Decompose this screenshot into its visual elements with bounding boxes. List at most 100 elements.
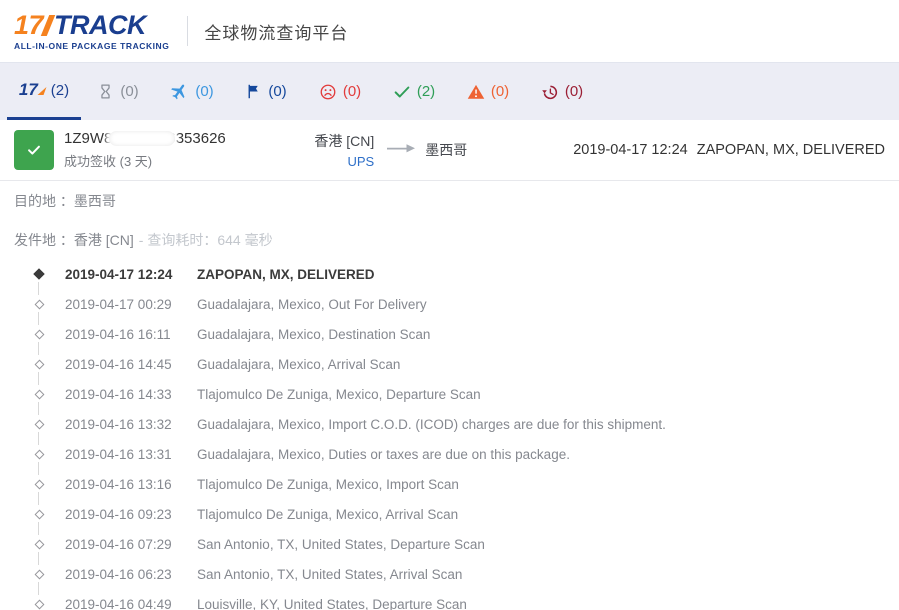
origin-row: 发件地 ： 香港 [CN] - 查询耗时：644 毫秒 [14,220,899,259]
query-time-note: - 查询耗时：644 毫秒 [138,231,273,248]
timeline-event-status: Guadalajara, Mexico, Destination Scan [197,326,431,342]
timeline-event-row: 2019-04-16 04:49 Louisville, KY, United … [0,582,899,610]
tab-delivered[interactable]: (2) [377,63,451,120]
timeline-event-row: 2019-04-16 06:23 San Antonio, TX, United… [0,552,899,589]
tab-pick-up-count: (0) [268,83,287,100]
route-origin: 香港 [CN] [314,133,375,149]
timeline-event-status: Guadalajara, Mexico, Duties or taxes are… [197,446,570,462]
timeline-diamond-icon [33,299,45,309]
timeline-event-row: 2019-04-16 14:45 Guadalajara, Mexico, Ar… [0,342,899,379]
timeline-event-time: 2019-04-16 09:23 [65,506,172,522]
timeline-event-time: 2019-04-16 14:45 [65,356,172,372]
tab-all-count: (2) [50,81,70,99]
brand-tagline: ALL-IN-ONE PACKAGE TRACKING [14,40,170,51]
timeline-event-status: Louisville, KY, United States, Departure… [197,596,467,610]
timeline-diamond-icon [33,479,45,489]
route-destination: 墨西哥 [425,142,468,158]
tab-in-transit[interactable]: (0) [155,63,229,120]
timeline-event-time: 2019-04-17 12:24 [65,266,173,282]
tab-expired-count: (0) [564,83,584,100]
tab-alert[interactable]: (0) [451,63,525,120]
timeline-event-time: 2019-04-16 16:11 [65,326,171,342]
sad-face-icon [319,83,337,101]
tab-pick-up[interactable]: (0) [229,63,303,120]
check-icon [393,83,411,101]
timeline-diamond-icon [33,569,45,579]
carrier-link[interactable]: UPS [302,154,374,169]
timeline-event-time: 2019-04-16 13:16 [65,476,172,492]
timeline-event-status: Guadalajara, Mexico, Import C.O.D. (ICOD… [197,416,666,432]
tab-in-transit-count: (0) [195,83,214,100]
latest-event-time: 2019-04-17 12:24 [573,142,688,158]
route-arrow-icon [386,141,416,159]
warning-icon [467,83,485,101]
timeline-event-row: 2019-04-16 13:16 Tlajomulco De Zuniga, M… [0,462,899,499]
timeline-event-status: Guadalajara, Mexico, Out For Delivery [197,296,427,312]
timeline-event-time: 2019-04-16 04:49 [65,596,172,610]
timeline-event-time: 2019-04-17 00:29 [65,296,172,312]
timeline-event-row: 2019-04-16 13:32 Guadalajara, Mexico, Im… [0,402,899,439]
timeline-event-row: 2019-04-16 14:33 Tlajomulco De Zuniga, M… [0,372,899,409]
brand-logo[interactable]: 17 TRACK ALL-IN-ONE PACKAGE TRACKING [14,9,170,51]
redacted-blur [109,131,176,146]
header: 17 TRACK ALL-IN-ONE PACKAGE TRACKING 全球物… [0,0,899,62]
flag-icon [245,83,262,100]
timeline-event-status: Tlajomulco De Zuniga, Mexico, Import Sca… [197,476,459,492]
destination-label: 目的地 ： [14,192,74,209]
tab-pending-count: (0) [120,83,139,100]
timeline-event-row: 2019-04-16 07:29 San Antonio, TX, United… [0,522,899,559]
route: 香港 [CN] UPS 墨西哥 [302,131,467,169]
header-divider [187,16,189,46]
timeline-event-time: 2019-04-16 13:31 [65,446,172,462]
timeline-event-time: 2019-04-16 07:29 [65,536,172,552]
origin-value: 香港 [CN] [73,231,134,248]
status-tabbar: 17 (2) (0) (0) (0) (0) (2) (0) (0) [0,62,899,120]
timeline-diamond-icon [33,539,45,549]
timeline-diamond-icon [33,599,45,609]
delivery-status-text: 成功签收 (3 天) [64,154,153,169]
destination-value: 墨西哥 [73,192,116,209]
timeline-event-time: 2019-04-16 14:33 [65,386,172,402]
tab-undelivered-count: (0) [342,83,362,100]
tab-all[interactable]: 17 (2) [7,63,81,120]
seventeen-logo-icon: 17 [19,80,47,100]
brand-17-text: 17 [14,9,44,40]
history-clock-icon [541,83,559,101]
origin-label: 发件地 ： [14,231,74,248]
timeline-event-row: 2019-04-16 13:31 Guadalajara, Mexico, Du… [0,432,899,469]
site-title: 全球物流查询平台 [204,23,349,43]
plane-icon [170,82,189,101]
timeline-event-row: 2019-04-17 12:24 ZAPOPAN, MX, DELIVERED [0,259,899,289]
timeline-event-status: ZAPOPAN, MX, DELIVERED [197,266,375,282]
latest-event: 2019-04-17 12:24 ZAPOPAN, MX, DELIVERED [573,142,885,158]
timeline-diamond-icon [33,509,45,519]
timeline-event-status: San Antonio, TX, United States, Arrival … [197,566,463,582]
timeline-diamond-icon [33,389,45,399]
package-summary-row[interactable]: 1Z9W8 6353626 成功签收 (3 天) 香港 [CN] UPS 墨西哥 … [0,120,899,181]
tab-pending[interactable]: (0) [81,63,155,120]
hourglass-icon [97,83,114,100]
timeline-diamond-icon [33,359,45,369]
timeline-event-time: 2019-04-16 06:23 [65,566,172,582]
timeline-event-row: 2019-04-17 00:29 Guadalajara, Mexico, Ou… [0,282,899,319]
delivered-check-icon [14,130,54,170]
timeline-event-status: Tlajomulco De Zuniga, Mexico, Arrival Sc… [197,506,459,522]
destination-row: 目的地 ： 墨西哥 [14,181,899,220]
brand-wordmark: 17 TRACK [14,9,169,40]
timeline-event-status: Guadalajara, Mexico, Arrival Scan [197,356,401,372]
timeline-event-time: 2019-04-16 13:32 [65,416,172,432]
tab-delivered-count: (2) [416,83,436,100]
timeline-diamond-icon [33,449,45,459]
brand-track-text: TRACK [54,9,147,40]
timeline-event-row: 2019-04-16 09:23 Tlajomulco De Zuniga, M… [0,492,899,529]
shipment-details: 目的地 ： 墨西哥 发件地 ： 香港 [CN] - 查询耗时：644 毫秒 [0,181,899,259]
timeline-diamond-icon [33,268,45,280]
tab-undelivered[interactable]: (0) [303,63,377,120]
tab-expired[interactable]: (0) [525,63,599,120]
tracking-number: 1Z9W8 6353626 [64,130,226,147]
latest-event-status: ZAPOPAN, MX, DELIVERED [696,142,885,158]
timeline-diamond-icon [33,329,45,339]
timeline-diamond-icon [33,419,45,429]
tracking-timeline: 2019-04-17 12:24 ZAPOPAN, MX, DELIVERED … [0,259,899,610]
tab-alert-count: (0) [490,83,510,100]
